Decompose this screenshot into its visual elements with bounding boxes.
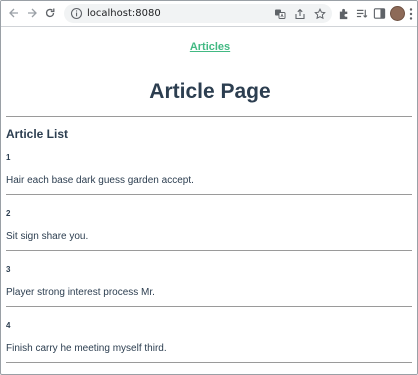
reload-icon [45, 8, 55, 18]
article-list-title: Article List [6, 127, 69, 141]
article-text[interactable]: Player strong interest process Mr. [6, 287, 155, 298]
extensions-icon [339, 8, 347, 19]
article-text[interactable]: Hair each base dark guess garden accept. [6, 175, 194, 186]
reading-list-button[interactable] [355, 6, 369, 20]
side-panel-icon [373, 7, 385, 19]
side-panel-button[interactable] [372, 6, 386, 20]
url-text[interactable]: localhost:8080 [87, 7, 161, 20]
menu-icon[interactable] [409, 7, 413, 21]
browser-toolbar: localhost:8080 [1, 1, 417, 27]
forward-arrow-icon [28, 8, 37, 18]
back-button[interactable] [6, 5, 22, 21]
divider [6, 194, 412, 195]
article-id: 1 [6, 153, 11, 162]
articles-link[interactable]: Articles [2, 41, 417, 53]
page-content: Articles Article Page Article List 1 Hai… [2, 28, 417, 374]
article-id: 4 [6, 321, 11, 330]
article-id: 2 [6, 209, 11, 218]
divider [6, 116, 412, 117]
info-icon[interactable] [70, 7, 83, 20]
reload-button[interactable] [42, 5, 58, 21]
star-icon[interactable] [314, 8, 326, 20]
article-id: 3 [6, 265, 11, 274]
browser-window: localhost:8080 Articles Article Page Art… [0, 0, 418, 375]
divider [6, 250, 412, 251]
forward-button[interactable] [24, 5, 40, 21]
divider [6, 362, 412, 363]
article-text[interactable]: Sit sign share you. [6, 231, 88, 242]
share-icon[interactable] [294, 8, 306, 20]
address-bar[interactable]: localhost:8080 [64, 4, 332, 23]
extensions-button[interactable] [337, 6, 351, 20]
divider [6, 306, 412, 307]
article-text[interactable]: Finish carry he meeting myself third. [6, 343, 167, 354]
page-title: Article Page [149, 80, 271, 103]
back-arrow-icon [9, 8, 18, 18]
translate-icon[interactable] [274, 8, 286, 20]
reading-list-icon [356, 9, 367, 18]
avatar[interactable] [390, 6, 405, 21]
